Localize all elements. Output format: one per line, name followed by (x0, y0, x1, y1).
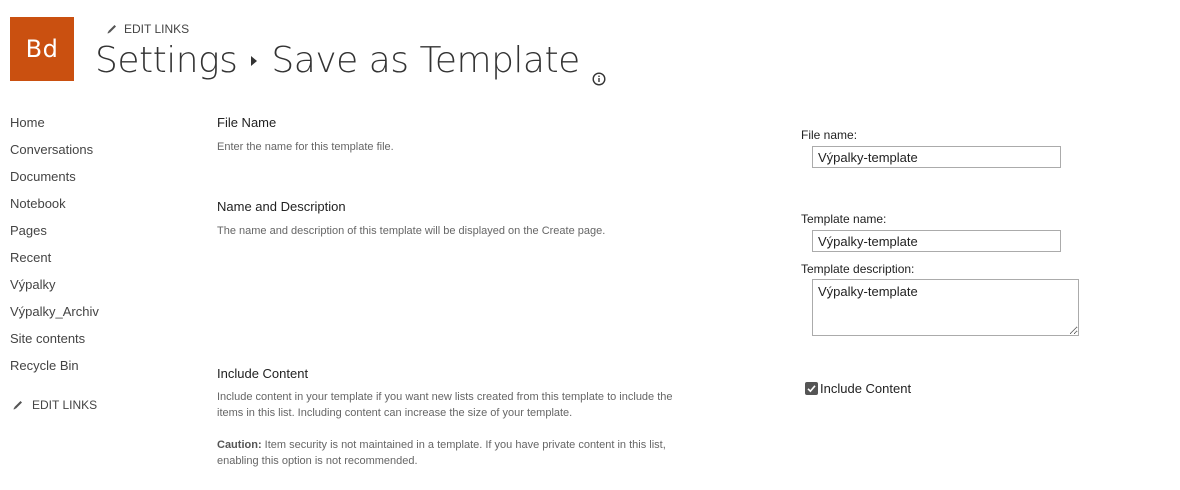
pencil-icon (12, 399, 24, 411)
template-name-input[interactable] (812, 230, 1061, 252)
file-name-section-description: Enter the name for this template file. (217, 141, 394, 153)
nav-item-notebook[interactable]: Notebook (10, 195, 99, 222)
nav-item-documents[interactable]: Documents (10, 168, 99, 195)
file-name-section-title: File Name (217, 115, 277, 130)
edit-links-nav-button[interactable]: EDIT LINKS (12, 398, 97, 412)
include-content-checkbox-row[interactable]: Include Content (805, 381, 911, 396)
name-description-section-description: The name and description of this templat… (217, 225, 606, 237)
nav-item-vypalky[interactable]: Výpalky (10, 276, 99, 303)
page-title: Settings Save as Template (95, 40, 606, 86)
edit-links-header-button[interactable]: EDIT LINKS (106, 22, 189, 36)
nav-item-home[interactable]: Home (10, 114, 99, 141)
nav-item-vypalky-archiv[interactable]: Výpalky_Archiv (10, 303, 99, 330)
breadcrumb-separator-icon (251, 55, 258, 66)
breadcrumb-settings-link[interactable]: Settings (95, 40, 238, 81)
include-content-section-description: Include content in your template if you … (217, 391, 673, 419)
caution-note: Caution: Item security is not maintained… (217, 437, 697, 469)
file-name-input[interactable] (812, 146, 1061, 168)
nav-item-conversations[interactable]: Conversations (10, 141, 99, 168)
name-description-section-title: Name and Description (217, 199, 346, 214)
info-icon[interactable] (592, 54, 606, 86)
include-content-checkbox-label[interactable]: Include Content (820, 381, 911, 396)
nav-item-recent[interactable]: Recent (10, 249, 99, 276)
site-logo[interactable]: Bd (10, 17, 74, 81)
template-description-textarea[interactable]: Výpalky-template (812, 279, 1079, 336)
pencil-icon (106, 23, 118, 35)
caution-label: Caution: (217, 439, 262, 451)
nav-item-site-contents[interactable]: Site contents (10, 330, 99, 357)
template-name-label: Template name: (801, 212, 887, 226)
file-name-label: File name: (801, 128, 858, 142)
template-description-label: Template description: (801, 262, 915, 276)
include-content-checkbox[interactable] (805, 382, 818, 395)
breadcrumb-current: Save as Template (271, 40, 580, 81)
include-content-section-title: Include Content (217, 366, 309, 381)
quick-launch-nav: Home Conversations Documents Notebook Pa… (10, 114, 99, 384)
edit-links-label: EDIT LINKS (124, 22, 190, 36)
nav-item-pages[interactable]: Pages (10, 222, 99, 249)
caution-text: Item security is not maintained in a tem… (217, 439, 666, 467)
edit-links-label: EDIT LINKS (32, 398, 98, 412)
nav-item-recycle-bin[interactable]: Recycle Bin (10, 357, 99, 384)
